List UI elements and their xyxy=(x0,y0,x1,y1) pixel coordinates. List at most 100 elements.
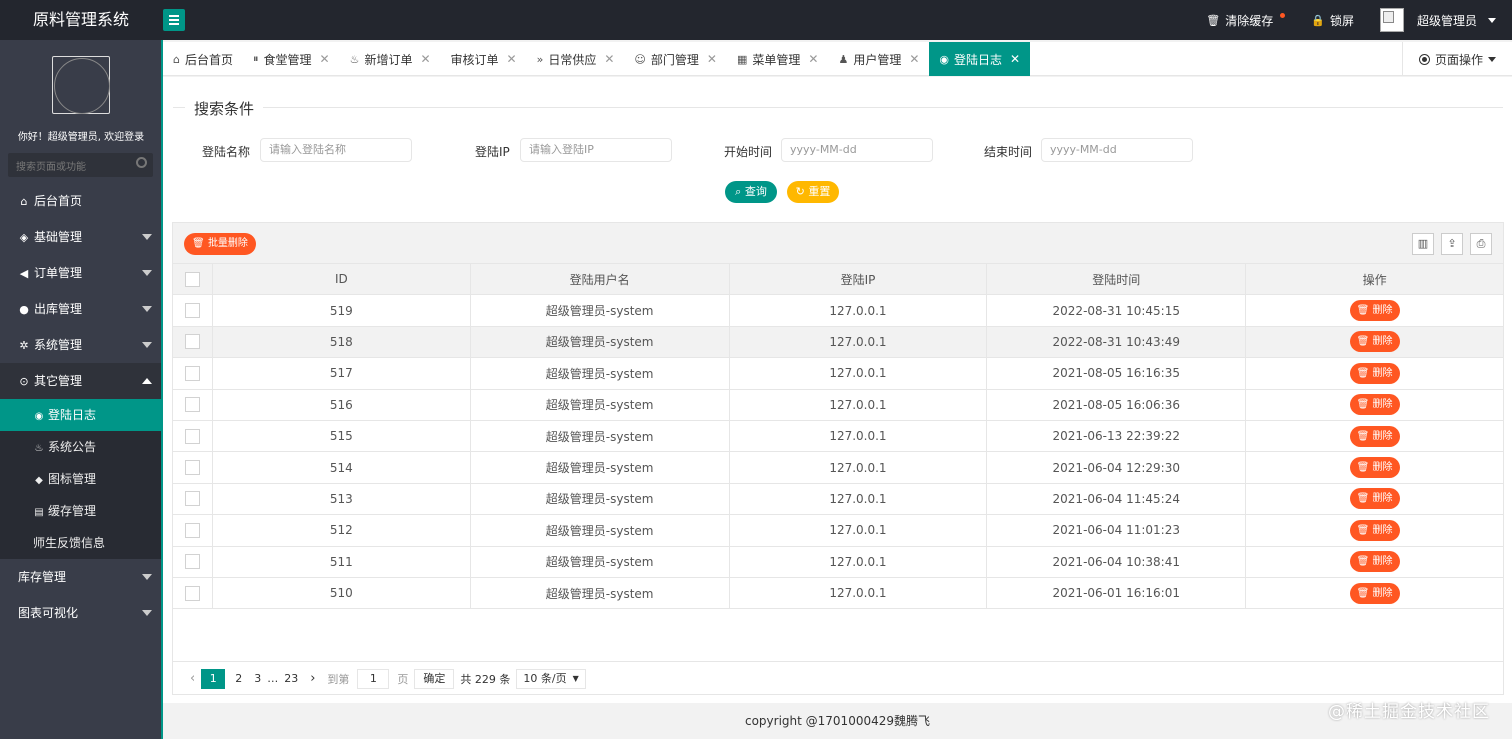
column-header[interactable]: 登陆用户名 xyxy=(469,262,730,296)
delete-button[interactable]: 🗑 删除 xyxy=(1349,394,1400,416)
sidebar-search-input[interactable]: 搜索页面或功能 xyxy=(8,153,153,177)
goto-confirm-button[interactable]: 确定 xyxy=(414,668,455,689)
login-ip-label: 登陆IP xyxy=(475,145,510,159)
cell-id: 515 xyxy=(211,419,471,453)
close-icon[interactable]: ✕ xyxy=(320,52,330,66)
cell-time: 2021-06-04 11:01:23 xyxy=(986,514,1247,547)
columns-filter-button[interactable]: ▥ xyxy=(1412,233,1434,255)
page-operations-dropdown[interactable]: 页面操作 xyxy=(1402,42,1512,76)
sidebar-item-home[interactable]: ⌂ 后台首页 xyxy=(0,183,162,219)
page-size-select[interactable]: 10 条/页 ▼ xyxy=(516,668,586,689)
menu-toggle-button[interactable] xyxy=(163,9,185,31)
row-checkbox[interactable] xyxy=(184,585,200,601)
sidebar-item-outbound[interactable]: ● 出库管理 xyxy=(0,291,162,327)
next-page-icon[interactable]: › xyxy=(304,669,321,689)
column-header[interactable]: 登陆时间 xyxy=(986,262,1247,296)
tab-users[interactable]: ♟ 用户管理 ✕ xyxy=(828,42,929,76)
sidebar-subitem-announcement[interactable]: ♨ 系统公告 xyxy=(0,431,162,463)
clear-cache-button[interactable]: 🗑 清除缓存 xyxy=(1206,12,1286,29)
user-menu[interactable]: 超级管理员 xyxy=(1379,8,1496,32)
login-ip-input[interactable]: 请输入登陆IP xyxy=(520,138,672,162)
delete-button[interactable]: 🗑 删除 xyxy=(1349,551,1400,573)
sidebar-item-other[interactable]: ⊙ 其它管理 xyxy=(0,363,162,399)
export-button[interactable]: ⇪ xyxy=(1441,233,1463,255)
tab-home[interactable]: ⌂ 后台首页 xyxy=(163,42,243,76)
table-toolbar: 🗑 批量删除 ▥ ⇪ ⎙ xyxy=(172,222,1504,264)
print-button[interactable]: ⎙ xyxy=(1470,233,1492,255)
sidebar-item-basic[interactable]: ◈ 基础管理 xyxy=(0,219,162,255)
cell-id: 513 xyxy=(211,482,471,516)
page-number[interactable]: 23 xyxy=(278,669,304,689)
end-time-input[interactable]: yyyy-MM-dd xyxy=(1041,138,1193,162)
delete-button[interactable]: 🗑 删除 xyxy=(1349,331,1400,353)
row-checkbox[interactable] xyxy=(184,491,200,507)
total-count: 共 229 条 xyxy=(460,672,511,686)
close-icon[interactable]: ✕ xyxy=(808,52,818,66)
sidebar-subitem-icons[interactable]: ◆ 图标管理 xyxy=(0,463,162,495)
delete-button[interactable]: 🗑 删除 xyxy=(1349,519,1400,541)
row-checkbox[interactable] xyxy=(184,397,200,413)
volume-icon: ◀ xyxy=(19,267,29,280)
tab-daily-supply[interactable]: » 日常供应 ✕ xyxy=(527,42,625,76)
lock-screen-button[interactable]: 🔒 锁屏 xyxy=(1311,12,1354,29)
delete-button[interactable]: 🗑 删除 xyxy=(1349,582,1400,604)
sidebar-subitem-feedback[interactable]: 师生反馈信息 xyxy=(0,527,162,559)
delete-button[interactable]: 🗑 删除 xyxy=(1349,488,1400,510)
close-icon[interactable]: ✕ xyxy=(909,52,919,66)
close-icon[interactable]: ✕ xyxy=(1010,52,1020,66)
close-icon[interactable]: ✕ xyxy=(507,52,517,66)
close-icon[interactable]: ✕ xyxy=(707,52,717,66)
close-icon[interactable]: ✕ xyxy=(420,52,430,66)
cell-ip: 127.0.0.1 xyxy=(728,388,988,421)
column-header[interactable]: ID xyxy=(211,262,471,296)
row-checkbox[interactable] xyxy=(184,460,200,476)
delete-button[interactable]: 🗑 删除 xyxy=(1349,362,1400,384)
column-header[interactable]: 登陆IP xyxy=(728,262,988,296)
close-icon[interactable]: ✕ xyxy=(604,52,614,66)
delete-label: 删除 xyxy=(1372,462,1393,474)
tab-review-order[interactable]: 审核订单 ✕ xyxy=(441,42,527,76)
page-number[interactable]: 3 xyxy=(248,669,267,689)
goto-page-input[interactable]: 1 xyxy=(357,668,390,689)
table-row: 514 超级管理员-system 127.0.0.1 2021-06-04 12… xyxy=(172,451,1504,484)
row-checkbox[interactable] xyxy=(184,428,200,444)
batch-delete-button[interactable]: 🗑 批量删除 xyxy=(184,233,256,255)
cell-ip: 127.0.0.1 xyxy=(728,514,988,547)
sidebar-subitem-label: 登陆日志 xyxy=(48,408,97,422)
gear-icon: ✲ xyxy=(19,339,29,352)
page-number[interactable]: 1 xyxy=(201,668,226,689)
tab-login-log[interactable]: ◉ 登陆日志 ✕ xyxy=(929,42,1031,76)
chevron-down-icon xyxy=(142,574,152,580)
row-checkbox[interactable] xyxy=(184,522,200,538)
sidebar-subitem-cache[interactable]: ▤ 缓存管理 xyxy=(0,495,162,527)
home-icon: ⌂ xyxy=(20,195,28,208)
tab-label: 食堂管理 xyxy=(263,52,312,67)
delete-button[interactable]: 🗑 删除 xyxy=(1349,457,1400,479)
reset-button[interactable]: ↻ 重置 xyxy=(787,181,839,203)
sidebar-item-inventory[interactable]: 库存管理 xyxy=(0,559,162,595)
page-ellipsis: … xyxy=(267,672,279,685)
prev-page-icon[interactable]: ‹ xyxy=(184,669,201,689)
row-checkbox[interactable] xyxy=(184,554,200,570)
query-button[interactable]: ⌕ 查询 xyxy=(725,181,777,203)
select-all-checkbox[interactable] xyxy=(184,271,200,287)
tab-department[interactable]: ☺ 部门管理 ✕ xyxy=(624,42,727,76)
row-checkbox[interactable] xyxy=(184,365,200,381)
tab-menu[interactable]: ▦ 菜单管理 ✕ xyxy=(727,42,828,76)
delete-button[interactable]: 🗑 删除 xyxy=(1349,425,1400,447)
sidebar-subitem-label: 系统公告 xyxy=(48,440,97,454)
start-time-input[interactable]: yyyy-MM-dd xyxy=(781,138,933,162)
tab-new-order[interactable]: ♨ 新增订单 ✕ xyxy=(340,42,441,76)
cell-ip: 127.0.0.1 xyxy=(728,357,988,390)
row-checkbox[interactable] xyxy=(184,303,200,319)
sidebar-subitem-login-log[interactable]: ◉ 登陆日志 xyxy=(0,399,162,431)
page-number[interactable]: 2 xyxy=(229,669,248,689)
row-checkbox[interactable] xyxy=(184,334,200,350)
tab-canteen[interactable]: ⏸ 食堂管理 ✕ xyxy=(243,42,340,76)
login-name-input[interactable]: 请输入登陆名称 xyxy=(260,138,412,162)
delete-button[interactable]: 🗑 删除 xyxy=(1349,300,1400,322)
sidebar-item-charts[interactable]: 图表可视化 xyxy=(0,595,162,631)
sidebar-item-label: 订单管理 xyxy=(34,266,83,280)
sidebar-item-system[interactable]: ✲ 系统管理 xyxy=(0,327,162,363)
sidebar-item-orders[interactable]: ◀ 订单管理 xyxy=(0,255,162,291)
